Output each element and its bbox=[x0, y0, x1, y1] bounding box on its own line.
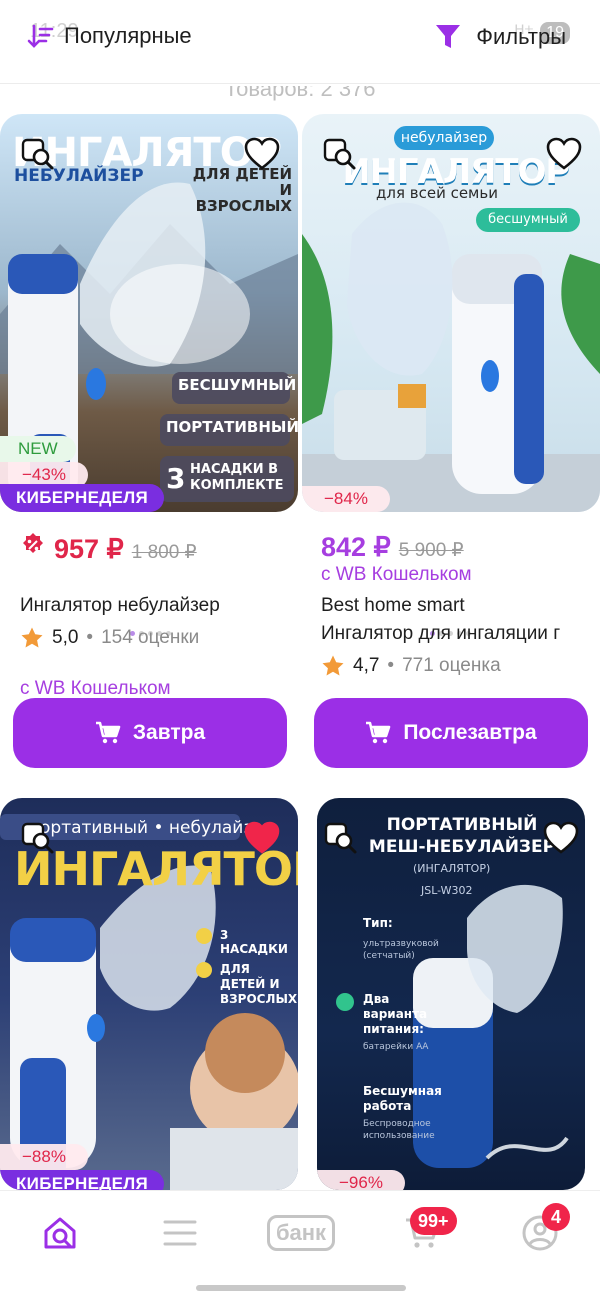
image-bullet: 3 НАСАДКИ bbox=[220, 928, 288, 956]
old-price: 5 900 ₽ bbox=[398, 540, 464, 561]
favorite-heart-icon[interactable] bbox=[541, 818, 581, 858]
compare-icon[interactable] bbox=[20, 136, 56, 172]
catalog-page: 11:29 ᴴ⁺ 19 Популярные Фильтры Товаров: … bbox=[0, 0, 600, 1299]
favorite-heart-icon[interactable] bbox=[544, 134, 584, 174]
cart-count-badge: 99+ bbox=[410, 1207, 457, 1235]
product-title[interactable]: Best home smart bbox=[321, 592, 587, 620]
reviews-dot: • bbox=[387, 655, 395, 676]
reviews-dot: • bbox=[86, 627, 94, 648]
sort-label: Популярные bbox=[64, 23, 192, 48]
top-bar: 11:29 ᴴ⁺ 19 Популярные Фильтры bbox=[0, 0, 600, 84]
star-icon bbox=[322, 655, 344, 676]
discount-percent-icon bbox=[23, 533, 43, 553]
price-row: 957 ₽ 1 800 ₽ bbox=[20, 532, 197, 565]
image-spec: батарейки АА bbox=[363, 1042, 429, 1052]
price-row: 842 ₽ 5 900 ₽ bbox=[321, 532, 464, 563]
rating-score: 4,7 bbox=[353, 655, 380, 676]
product-title[interactable]: Ингалятор небулайзер bbox=[20, 592, 286, 620]
cart-icon bbox=[95, 721, 121, 744]
rating: 4,7 • 771 оценка bbox=[321, 654, 501, 678]
cart-icon bbox=[366, 721, 391, 744]
menu-icon bbox=[163, 1220, 197, 1246]
new-badge: NEW bbox=[0, 436, 76, 462]
compare-icon[interactable] bbox=[323, 820, 359, 856]
bottom-navigation: банк 99+ 4 bbox=[0, 1190, 600, 1299]
bank-logo: банк bbox=[266, 1215, 336, 1251]
wallet-note: с WB Кошельком bbox=[321, 564, 472, 585]
product-image[interactable]: ПОРТАТИВНЫЙ МЕШ-НЕБУЛАЙЗЕР (ИНГАЛЯТОР) J… bbox=[317, 798, 585, 1190]
favorite-heart-icon[interactable] bbox=[242, 134, 282, 174]
image-bullet: ДЛЯ ДЕТЕЙ И ВЗРОСЛЫХ bbox=[220, 962, 298, 1006]
sort-icon bbox=[27, 24, 54, 48]
discount-badge: −96% bbox=[317, 1170, 405, 1190]
compare-icon[interactable] bbox=[322, 136, 358, 172]
product-image[interactable]: ортативный • небулайзер ИНГАЛЯТОР 3 НАСА… bbox=[0, 798, 298, 1190]
image-bullet: ПОРТАТИВНЫЙ bbox=[166, 418, 298, 436]
image-spec: Два варианта питания: bbox=[363, 992, 428, 1036]
delivery-label: Послезавтра bbox=[403, 721, 537, 744]
image-bullet: НАСАДКИ В КОМПЛЕКТЕ bbox=[190, 462, 284, 493]
items-count: Товаров: 2 376 bbox=[224, 86, 376, 101]
add-to-cart-button[interactable]: Завтра bbox=[13, 698, 287, 768]
delivery-label: Завтра bbox=[132, 721, 206, 744]
image-subheadline: (ИНГАЛЯТОР) bbox=[413, 862, 491, 875]
image-top-label: небулайзер bbox=[394, 126, 494, 150]
star-icon bbox=[21, 627, 43, 648]
product-card[interactable]: ИНГАЛЯТОР НЕБУЛАЙЗЕР ДЛЯ ДЕТЕЙ И ВЗРОСЛЫ… bbox=[0, 114, 300, 784]
rating-score: 5,0 bbox=[52, 627, 79, 648]
discount-badge: −88% bbox=[0, 1144, 88, 1170]
image-spec: Бесшумная работа bbox=[363, 1084, 442, 1113]
add-to-cart-button[interactable]: Послезавтра bbox=[314, 698, 588, 768]
image-bullet: БЕСШУМНЫЙ bbox=[178, 376, 297, 394]
product-card[interactable]: ПОРТАТИВНЫЙ МЕШ-НЕБУЛАЙЗЕР (ИНГАЛЯТОР) J… bbox=[317, 798, 600, 1198]
favorite-heart-filled-icon[interactable] bbox=[242, 818, 282, 858]
product-image[interactable]: небулайзер ИНГАЛЯТОР для всей семьи бесш… bbox=[302, 114, 600, 512]
image-model: JSL-W302 bbox=[421, 884, 473, 897]
nav-bank[interactable]: банк bbox=[261, 1211, 341, 1255]
reviews-count: 771 оценка bbox=[402, 655, 501, 676]
profile-notification-badge: 4 bbox=[542, 1203, 570, 1231]
image-bullet-number: 3 bbox=[166, 462, 186, 495]
nav-home[interactable] bbox=[30, 1211, 90, 1255]
nav-catalog[interactable] bbox=[150, 1211, 210, 1255]
filters-button[interactable]: Фильтры bbox=[434, 22, 566, 52]
image-top-label: ортативный • небулайзер bbox=[40, 818, 274, 838]
product-title-line-2[interactable]: Ингалятор для ингаляции г bbox=[321, 620, 585, 648]
image-subheadline: для всей семьи bbox=[376, 184, 498, 202]
image-headline: ПОРТАТИВНЫЙ МЕШ-НЕБУЛАЙЗЕР bbox=[368, 815, 556, 857]
wallet-note: с WB Кошельком bbox=[20, 678, 171, 699]
rating: 5,0 • 154 оценки bbox=[20, 626, 199, 650]
price: 842 ₽ bbox=[321, 532, 391, 562]
promo-badge: КИБЕРНЕДЕЛЯ bbox=[0, 1170, 165, 1190]
image-spec: Тип: bbox=[363, 916, 393, 930]
compare-icon[interactable] bbox=[20, 820, 56, 856]
product-card[interactable]: ортативный • небулайзер ИНГАЛЯТОР 3 НАСА… bbox=[0, 798, 300, 1198]
filters-label: Фильтры bbox=[476, 24, 566, 49]
sort-button[interactable]: Популярные bbox=[26, 22, 192, 50]
filter-icon bbox=[436, 25, 461, 48]
image-tag: бесшумный bbox=[476, 208, 580, 232]
home-indicator[interactable] bbox=[196, 1285, 406, 1291]
image-spec: Беспроводное использование bbox=[363, 1119, 435, 1141]
price: 957 ₽ bbox=[54, 534, 124, 564]
product-card[interactable]: небулайзер ИНГАЛЯТОР для всей семьи бесш… bbox=[302, 114, 600, 784]
image-spec: ультразвуковой (сетчатый) bbox=[363, 939, 439, 961]
discount-badge: −84% bbox=[302, 486, 390, 512]
product-image[interactable]: ИНГАЛЯТОР НЕБУЛАЙЗЕР ДЛЯ ДЕТЕЙ И ВЗРОСЛЫ… bbox=[0, 114, 298, 512]
old-price: 1 800 ₽ bbox=[131, 542, 197, 563]
reviews-count: 154 оценки bbox=[101, 627, 200, 648]
promo-badge: КИБЕРНЕДЕЛЯ bbox=[0, 484, 165, 512]
home-search-icon bbox=[44, 1217, 76, 1249]
